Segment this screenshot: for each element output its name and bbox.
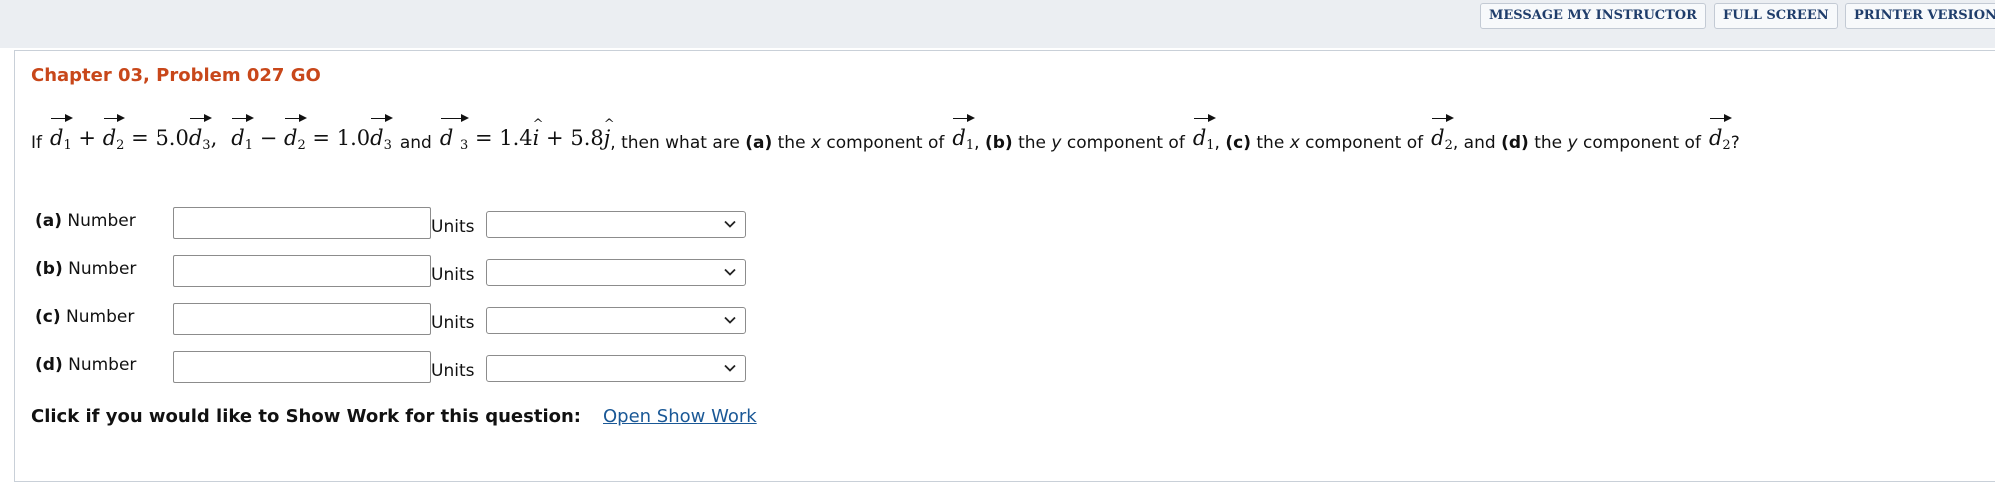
part-c-marker: (c)	[1225, 133, 1251, 153]
answer-label: (a)	[35, 211, 63, 231]
number-label: Number	[68, 259, 137, 279]
units-label: Units	[431, 361, 475, 381]
number-input-d[interactable]	[173, 351, 431, 383]
open-show-work-link[interactable]: Open Show Work	[603, 406, 757, 427]
number-input-c[interactable]	[173, 303, 431, 335]
units-select-b[interactable]	[486, 259, 746, 286]
units-select-c[interactable]	[486, 307, 746, 334]
part-b-marker: (b)	[984, 133, 1013, 153]
answer-label: (b)	[35, 259, 63, 279]
number-label: Number	[67, 211, 136, 231]
problem-title: Chapter 03, Problem 027 GO	[31, 65, 321, 86]
number-label: Number	[68, 355, 137, 375]
full-screen-button[interactable]: FULL SCREEN	[1714, 3, 1838, 29]
top-toolbar: MESSAGE MY INSTRUCTOR FULL SCREEN PRINTE…	[0, 0, 1995, 48]
units-label: Units	[431, 217, 475, 237]
question-and: and	[399, 133, 432, 153]
part-a-marker: (a)	[745, 133, 773, 153]
units-label: Units	[431, 313, 475, 333]
question-then: , then what are	[610, 133, 740, 153]
question-if: If	[31, 133, 42, 153]
part-d-marker: (d)	[1501, 133, 1529, 153]
units-select-d[interactable]	[486, 355, 746, 382]
equation-sum: d1 + d2 = 5.0d3,	[50, 114, 217, 153]
answer-label: (c)	[35, 307, 61, 327]
chevron-down-icon	[724, 220, 736, 228]
number-input-b[interactable]	[173, 255, 431, 287]
printer-version-button[interactable]: PRINTER VERSION	[1845, 3, 1995, 29]
units-label: Units	[431, 265, 475, 285]
equation-difference: d1 − d2 = 1.0d3	[231, 114, 393, 153]
chevron-down-icon	[724, 316, 736, 324]
question-text: If d1 + d2 = 5.0d3, d1 − d2 = 1.0d3 and …	[31, 111, 1740, 161]
number-input-a[interactable]	[173, 207, 431, 239]
chevron-down-icon	[724, 364, 736, 372]
message-instructor-button[interactable]: MESSAGE MY INSTRUCTOR	[1480, 3, 1706, 29]
show-work-prompt: Click if you would like to Show Work for…	[31, 406, 581, 427]
units-select-a[interactable]	[486, 211, 746, 238]
question-panel: Chapter 03, Problem 027 GO If d1 + d2 = …	[14, 50, 1995, 482]
chevron-down-icon	[724, 268, 736, 276]
answer-label: (d)	[35, 355, 63, 375]
number-label: Number	[66, 307, 135, 327]
equation-d3: d 3 = 1.4i + 5.8j	[440, 114, 610, 153]
